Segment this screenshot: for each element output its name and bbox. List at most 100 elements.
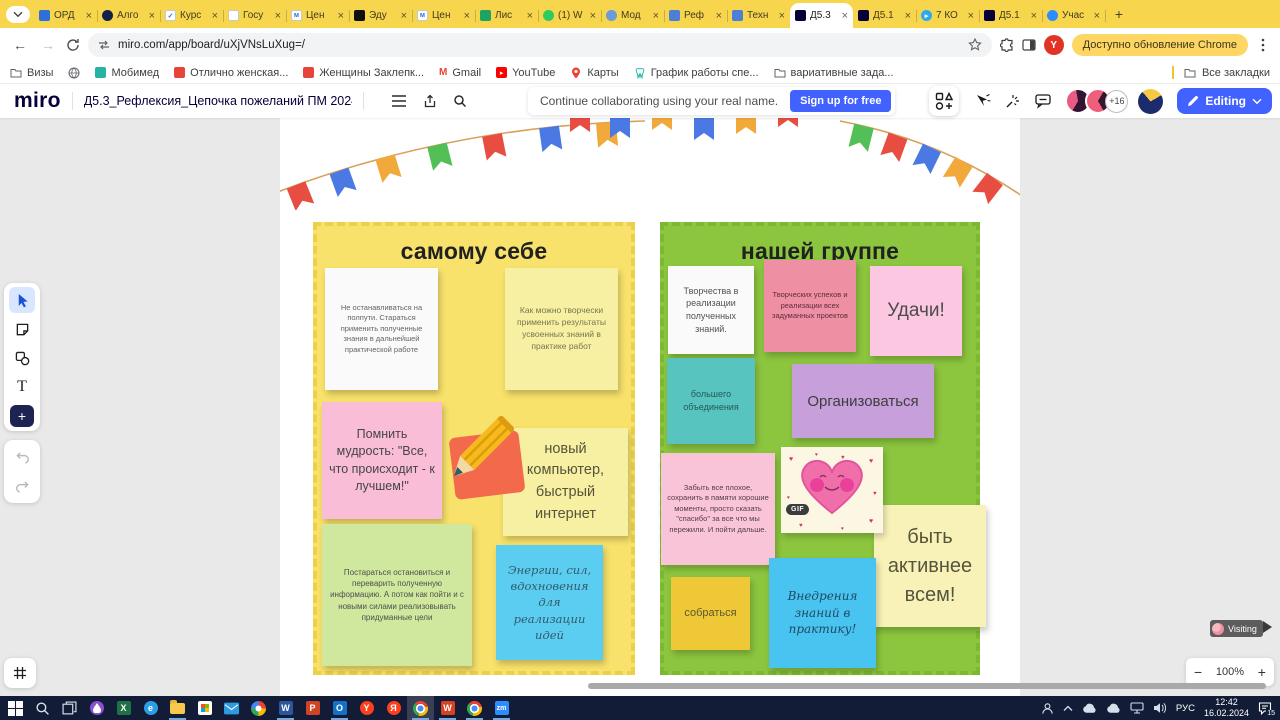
bookmark-item[interactable]: MGmail	[439, 67, 481, 79]
horizontal-scrollbar[interactable]	[588, 683, 1266, 689]
back-icon[interactable]: ←	[10, 37, 30, 53]
tab-close-icon[interactable]: ×	[590, 10, 596, 22]
bookmark-item[interactable]: Отлично женская...	[174, 67, 288, 79]
menu-dots-icon[interactable]	[1256, 38, 1270, 52]
bookmark-item[interactable]: Мобимед	[95, 67, 159, 79]
profile-avatar[interactable]: Y	[1044, 35, 1064, 55]
shapes-tool[interactable]	[9, 345, 35, 371]
browser-tab[interactable]: ОРД×	[34, 3, 97, 28]
heart-gif[interactable]: ♥ ♥ ♥ ♥ ♥ ♥ ♥ ♥ ♥ GIF	[781, 447, 883, 533]
tab-close-icon[interactable]: ×	[716, 10, 722, 22]
browser-tab[interactable]: Мод×	[601, 3, 664, 28]
browser-tab[interactable]: Д5.1×	[979, 3, 1042, 28]
browser-tab[interactable]: Реф×	[664, 3, 727, 28]
tab-close-icon[interactable]: ×	[1031, 10, 1037, 22]
sticky-note[interactable]: собраться	[671, 577, 750, 650]
bookmark-item[interactable]: График работы спе...	[634, 67, 759, 79]
network-icon[interactable]	[1130, 701, 1144, 715]
taskbar-zoom-app[interactable]: zm	[488, 696, 515, 720]
tab-close-icon[interactable]: ×	[653, 10, 659, 22]
sticky-note[interactable]: Удачи!	[870, 266, 962, 356]
sticky-note[interactable]: Творческих успехов и реализации всех зад…	[764, 260, 856, 352]
tab-close-icon[interactable]: ×	[275, 10, 281, 22]
volume-icon[interactable]	[1153, 701, 1167, 715]
undo-button[interactable]	[9, 444, 35, 470]
browser-tab[interactable]: ✓Курс×	[160, 3, 223, 28]
signup-button[interactable]: Sign up for free	[790, 90, 891, 112]
extensions-icon[interactable]	[1000, 38, 1014, 52]
browser-tab[interactable]: Д5.3×	[790, 3, 853, 28]
taskbar-yandex[interactable]: Я	[380, 696, 407, 720]
zoom-out-button[interactable]: −	[1194, 664, 1202, 680]
tab-close-icon[interactable]: ×	[401, 10, 407, 22]
bookmark-item[interactable]: ▸YouTube	[496, 67, 555, 79]
taskbar-start[interactable]	[2, 696, 29, 720]
taskbar-powerpoint[interactable]: P	[299, 696, 326, 720]
tray-expand-icon[interactable]	[1063, 705, 1073, 712]
bookmark-item[interactable]	[68, 67, 80, 79]
sticky-note[interactable]: Внедрения знаний в практику!	[769, 558, 876, 668]
select-tool[interactable]	[9, 287, 35, 313]
bookmark-item[interactable]: вариативные зада...	[774, 67, 894, 79]
miro-canvas[interactable]: самому себе нашей группе Не останавливат…	[0, 118, 1280, 696]
tab-close-icon[interactable]: ×	[212, 10, 218, 22]
taskbar-w-app[interactable]: W	[434, 696, 461, 720]
onedrive-icon[interactable]	[1082, 701, 1097, 716]
clock[interactable]: 12:42 16.02.2024	[1204, 697, 1249, 719]
sticky-note[interactable]: быть активнее всем!	[874, 505, 986, 627]
language-indicator[interactable]: РУС	[1176, 703, 1195, 714]
taskbar-edge[interactable]: e	[137, 696, 164, 720]
taskbar-ms-store[interactable]	[191, 696, 218, 720]
browser-tab[interactable]: Алго×	[97, 3, 160, 28]
bookmark-item[interactable]: Карты	[570, 67, 618, 79]
bookmark-item[interactable]: Визы	[10, 67, 53, 79]
action-center-button[interactable]: 15	[1258, 701, 1272, 715]
pencil-clipart[interactable]	[440, 410, 535, 505]
taskbar-outlook[interactable]: O	[326, 696, 353, 720]
browser-tab[interactable]: Эду×	[349, 3, 412, 28]
sticky-note[interactable]: большего объединения	[667, 358, 755, 444]
taskbar-file-explorer[interactable]	[164, 696, 191, 720]
sticky-note[interactable]: Энергии, сил, вдохновения для реализации…	[496, 545, 603, 660]
tab-close-icon[interactable]: ×	[86, 10, 92, 22]
taskbar-browser-ball[interactable]	[461, 696, 488, 720]
taskbar-paint[interactable]	[245, 696, 272, 720]
search-icon[interactable]	[453, 94, 467, 108]
tab-close-icon[interactable]: ×	[779, 10, 785, 22]
browser-tab[interactable]: Учас×	[1042, 3, 1105, 28]
export-icon[interactable]	[423, 94, 437, 108]
sticky-note[interactable]: Творчества в реализации полученных знани…	[668, 266, 754, 354]
miro-logo[interactable]: miro	[14, 89, 61, 113]
tab-close-icon[interactable]: ×	[149, 10, 155, 22]
tab-close-icon[interactable]: ×	[968, 10, 974, 22]
sticky-note[interactable]: Организоваться	[792, 364, 934, 438]
taskbar-mail[interactable]	[218, 696, 245, 720]
redo-button[interactable]	[9, 473, 35, 499]
taskbar-search[interactable]	[29, 696, 56, 720]
avatar-overflow-count[interactable]: +16	[1105, 90, 1128, 113]
bookmark-item[interactable]: Женщины Заклепк...	[303, 67, 424, 79]
browser-tab[interactable]: Д5.1×	[853, 3, 916, 28]
zoom-level[interactable]: 100%	[1216, 666, 1244, 678]
sticky-note-tool[interactable]	[9, 316, 35, 342]
editing-mode-button[interactable]: Editing	[1177, 88, 1272, 114]
apps-icon[interactable]	[935, 92, 953, 110]
taskbar-yandex-browser[interactable]: Y	[353, 696, 380, 720]
sticky-note[interactable]: Постараться остановиться и переварить по…	[322, 524, 472, 666]
browser-tab[interactable]: Госу×	[223, 3, 286, 28]
browser-tab[interactable]: мЦен×	[286, 3, 349, 28]
follow-cursor-icon[interactable]	[975, 93, 991, 109]
browser-tab[interactable]: ▸7 КО×	[916, 3, 979, 28]
sticky-note[interactable]: Помнить мудрость: "Все, что происходит -…	[322, 402, 442, 519]
tab-close-icon[interactable]: ×	[1094, 10, 1100, 22]
browser-tab[interactable]: (1) W×	[538, 3, 601, 28]
collaborator-avatars[interactable]: +16	[1065, 88, 1128, 114]
comments-icon[interactable]	[1035, 93, 1051, 109]
sidebar-icon[interactable]	[1022, 38, 1036, 52]
chrome-update-chip[interactable]: Доступно обновление Chrome	[1072, 34, 1248, 56]
tab-close-icon[interactable]: ×	[842, 10, 848, 22]
reactions-icon[interactable]	[1005, 93, 1021, 109]
tab-close-icon[interactable]: ×	[527, 10, 533, 22]
bookmark-star-icon[interactable]	[968, 38, 982, 52]
text-tool[interactable]: T	[9, 374, 35, 400]
